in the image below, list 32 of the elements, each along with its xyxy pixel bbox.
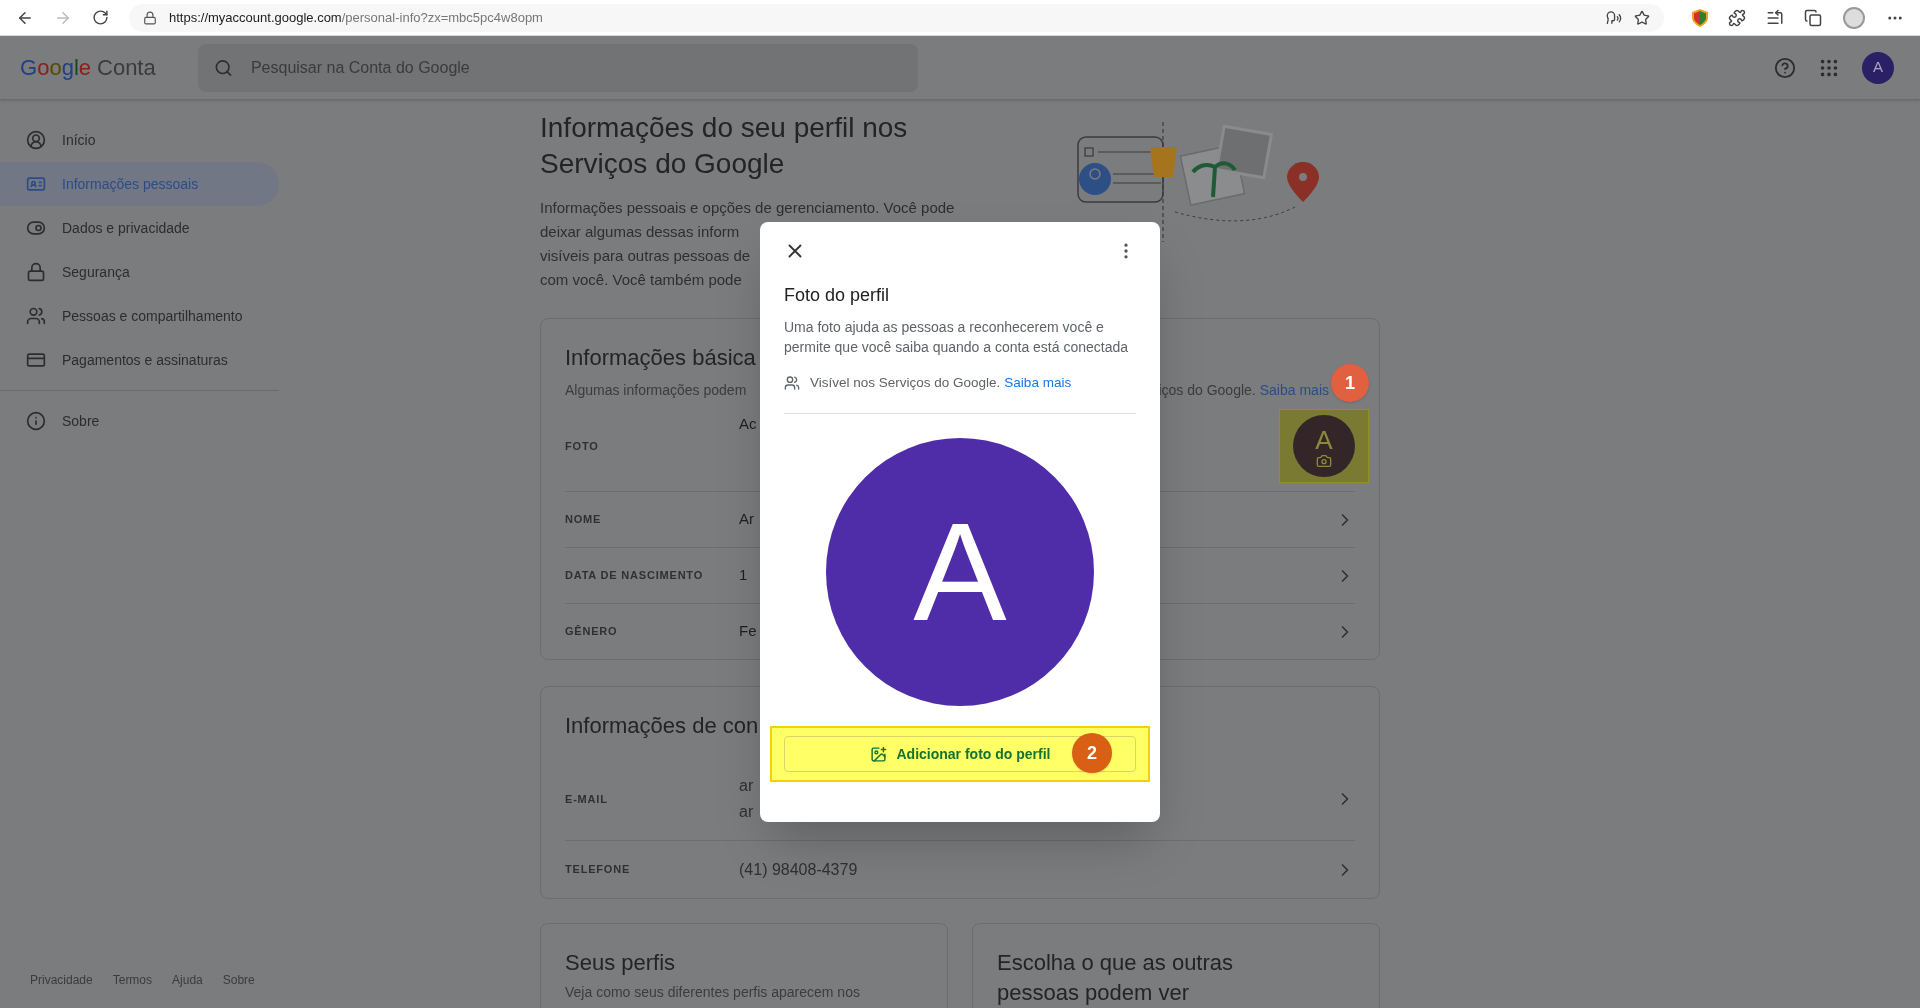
intro-text: visíveis para outras pessoas de (540, 246, 751, 266)
card-title: Seus perfis (565, 949, 677, 977)
card-title: Informações básica (565, 344, 756, 372)
dialog-description: Uma foto ajuda as pessoas a reconhecerem você e permite que você saiba quando a conta está conectada (784, 318, 1130, 357)
card-title: Escolha o que as outras pessoas podem ver (997, 949, 1235, 1007)
intro-text: deixar algumas dessas inform (540, 222, 740, 242)
row-label: DATA DE NASCIMENTO (565, 568, 705, 584)
annotation-badge: 2 (1072, 733, 1112, 774)
row-value: ar (739, 776, 754, 796)
row-label: TELEFONE (565, 862, 632, 878)
card-title: Informações de con (565, 712, 759, 740)
row-value: Ac (739, 414, 757, 434)
intro-text: com você. Você também pode (540, 270, 742, 290)
row-value: Fe (739, 621, 757, 642)
page-title: Informações do seu perfil nos Serviços do Google (540, 111, 909, 181)
url-text: https://myaccount.google.com/personal-info?zx=mbc5pc4w8opm (169, 8, 543, 27)
row-value: 1 (739, 565, 748, 586)
dialog-title: Foto do perfil (784, 284, 891, 307)
intro-text: Informações pessoais e opções de gerenciamento. Você pode (540, 198, 955, 218)
profile-avatar: A (826, 438, 1094, 707)
row-label: E-MAIL (565, 791, 609, 807)
product-name: Conta (97, 54, 156, 82)
row-value: ar (739, 802, 754, 822)
visibility-text: Visível nos Serviços do Google. (810, 374, 1001, 392)
row-label: FOTO (565, 438, 600, 454)
row-value: Ar (739, 509, 754, 530)
row-value: (41) 98408-4379 (739, 859, 858, 880)
card-subtitle: Algumas informações podem (565, 381, 747, 400)
annotation-badge: 1 (1331, 364, 1369, 402)
row-label: GÊNERO (565, 624, 619, 640)
card-description: Veja como seus diferentes perfis aparecem nos (565, 983, 861, 1002)
row-label: NOME (565, 512, 603, 528)
